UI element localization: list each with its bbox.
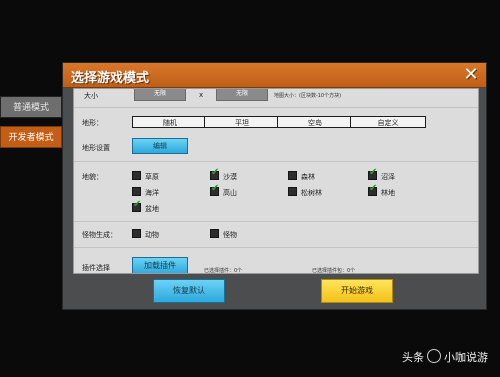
biome-checkbox-pine-forest[interactable] — [288, 187, 297, 196]
biome-label: 地貌： — [82, 173, 103, 181]
divider — [74, 107, 478, 108]
biome-name: 海洋 — [145, 189, 159, 197]
terrain-option-flat[interactable]: 平坦 — [204, 116, 280, 128]
plugin-count-note: 已选择插件：0个 — [204, 268, 243, 274]
watermark-author: 小咖说游 — [444, 351, 488, 364]
size-note: 地图大小：(区块数-10个方块) — [274, 93, 342, 99]
biome-name: 沙漠 — [223, 173, 237, 181]
dialog-header: 选择游戏模式 ✕ — [63, 63, 486, 88]
biome-name: 森林 — [301, 173, 315, 181]
size-x-separator: x — [199, 91, 204, 99]
plugin-label: 插件选择 — [82, 264, 110, 272]
settings-panel[interactable]: 大小 无限 x 无限 地图大小：(区块数-10个方块) 地形： 随机 平坦 空岛… — [73, 88, 479, 274]
biome-checkbox-basin[interactable] — [132, 199, 141, 212]
biome-checkbox-grassland[interactable] — [132, 171, 141, 180]
biome-checkbox-forest[interactable] — [288, 171, 297, 180]
mode-dialog: 选择游戏模式 ✕ 大小 无限 x 无限 地图大小：(区块数-10个方块) 地形：… — [62, 62, 487, 310]
watermark-logo-icon — [427, 349, 441, 363]
biome-name: 草原 — [145, 173, 159, 181]
spawn-name: 动物 — [145, 231, 159, 239]
restore-defaults-button[interactable]: 恢复默认 — [153, 279, 225, 303]
spawn-checkbox-monsters[interactable] — [210, 229, 219, 238]
terrain-option-random[interactable]: 随机 — [132, 116, 208, 128]
start-game-button[interactable]: 开始游戏 — [321, 279, 393, 303]
load-plugin-button[interactable]: 加载插件 — [132, 257, 188, 273]
tab-developer-mode[interactable]: 开发者模式 — [0, 126, 62, 148]
biome-checkbox-woodland[interactable] — [368, 183, 377, 196]
biome-checkbox-desert[interactable] — [210, 167, 219, 180]
size-label: 大小 — [84, 92, 98, 100]
size-height-button[interactable]: 无限 — [216, 89, 268, 101]
biome-name: 盆地 — [145, 205, 159, 213]
dialog-title: 选择游戏模式 — [71, 71, 150, 86]
watermark: 头条 小咖说游 — [402, 349, 488, 365]
plugin-pack-count-note: 已选择插件包：0个 — [312, 268, 356, 274]
biome-checkbox-mountain[interactable] — [210, 183, 219, 196]
biome-name: 林地 — [381, 189, 395, 197]
watermark-source: 头条 — [402, 351, 424, 364]
biome-checkbox-ocean[interactable] — [132, 187, 141, 196]
divider — [74, 221, 478, 222]
terrain-option-skyisland[interactable]: 空岛 — [277, 116, 353, 128]
biome-name: 高山 — [223, 189, 237, 197]
spawn-label: 怪物生成： — [82, 231, 117, 239]
close-icon[interactable]: ✕ — [460, 64, 482, 86]
spawn-checkbox-animals[interactable] — [132, 229, 141, 238]
tab-normal-mode[interactable]: 普通模式 — [0, 96, 62, 118]
terrain-edit-button[interactable]: 编辑 — [132, 138, 188, 154]
divider — [74, 247, 478, 248]
biome-name: 松树林 — [301, 189, 322, 197]
terrain-settings-label: 地形设置 — [82, 144, 110, 152]
terrain-label: 地形： — [82, 119, 103, 127]
terrain-option-custom[interactable]: 自定义 — [350, 116, 426, 128]
spawn-name: 怪物 — [223, 231, 237, 239]
biome-checkbox-swamp[interactable] — [368, 167, 377, 180]
size-width-button[interactable]: 无限 — [134, 89, 186, 101]
biome-name: 沼泽 — [381, 173, 395, 181]
divider — [74, 161, 478, 162]
